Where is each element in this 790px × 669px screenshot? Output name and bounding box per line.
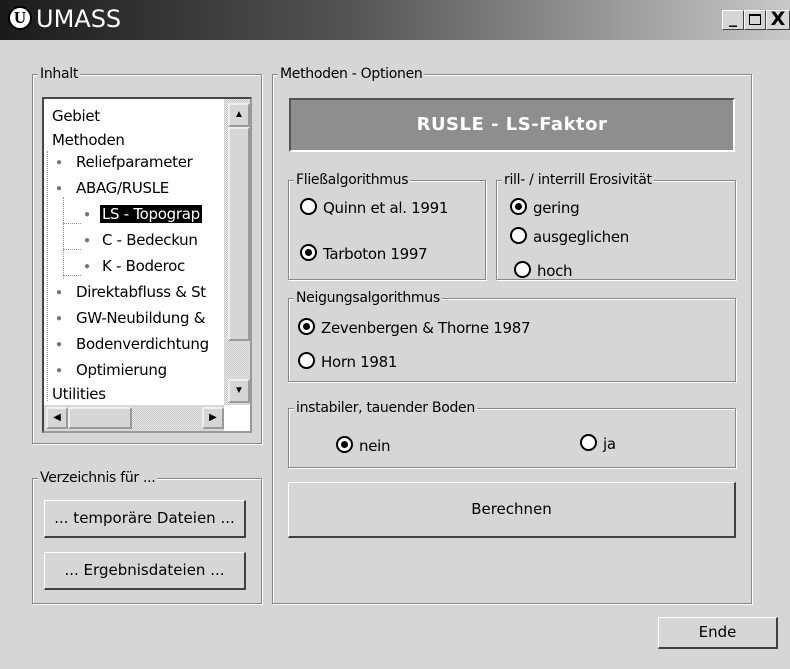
- radio-selected-icon: [336, 436, 353, 453]
- radio-icon: [580, 434, 597, 451]
- berechnen-button[interactable]: Berechnen: [288, 482, 736, 538]
- maximize-button[interactable]: [744, 10, 766, 30]
- tree-bullet-icon: ●: [56, 313, 63, 324]
- content-tree[interactable]: Gebiet Methoden ● Reliefparameter ● ABAG…: [42, 97, 252, 433]
- verzeichnis-title: Verzeichnis für ...: [38, 470, 158, 486]
- radio-icon: [510, 227, 527, 244]
- radio-tarboton-label: Tarboton 1997: [323, 245, 428, 263]
- scroll-right-button[interactable]: ▶: [202, 407, 224, 429]
- radio-quinn[interactable]: Quinn et al. 1991: [300, 198, 448, 217]
- minimize-button[interactable]: _: [722, 10, 744, 30]
- radio-ja[interactable]: ja: [580, 434, 616, 453]
- tree-item-gw-neubildung[interactable]: GW-Neubildung &: [76, 309, 205, 327]
- tree-item-direktabfluss[interactable]: Direktabfluss & St: [76, 283, 206, 301]
- tree-item-ls-topographie[interactable]: LS - Topograp: [100, 205, 202, 223]
- tree-item-k-bodenerodierbarkeit[interactable]: K - Boderoc: [102, 257, 185, 275]
- radio-nein[interactable]: nein: [336, 436, 391, 455]
- radio-ausgeglichen[interactable]: ausgeglichen: [510, 227, 629, 246]
- radio-horn[interactable]: Horn 1981: [298, 352, 397, 371]
- tree-bullet-icon: ●: [56, 365, 63, 376]
- app-logo-icon: U: [8, 6, 32, 30]
- scroll-left-button[interactable]: ◀: [46, 407, 68, 429]
- tree-item-c-bedeckung[interactable]: C - Bedeckun: [102, 231, 198, 249]
- radio-zevenbergen-label: Zevenbergen & Thorne 1987: [321, 319, 531, 337]
- radio-selected-icon: [510, 198, 527, 215]
- scroll-down-button[interactable]: ▼: [228, 379, 250, 403]
- radio-ausgeglichen-label: ausgeglichen: [533, 228, 630, 246]
- window-title: UMASS: [36, 5, 122, 33]
- horizontal-scroll-thumb[interactable]: [68, 407, 132, 429]
- radio-gering[interactable]: gering: [510, 198, 580, 217]
- erosivitaet-title: rill- / interrill Erosivität: [502, 172, 654, 188]
- tree-item-bodenverdichtung[interactable]: Bodenverdichtung: [76, 335, 209, 353]
- tree-item-optimierung[interactable]: Optimierung: [76, 361, 167, 379]
- radio-ja-label: ja: [603, 435, 616, 453]
- radio-gering-label: gering: [533, 199, 580, 217]
- radio-nein-label: nein: [359, 437, 391, 455]
- fliess-group: Fließalgorithmus: [288, 172, 486, 280]
- radio-hoch-label: hoch: [537, 262, 573, 280]
- methoden-optionen-title: Methoden - Optionen: [278, 66, 425, 82]
- vertical-scroll-thumb[interactable]: [228, 127, 250, 341]
- radio-zevenbergen[interactable]: Zevenbergen & Thorne 1987: [298, 318, 530, 337]
- tree-item-gebiet[interactable]: Gebiet: [52, 107, 100, 125]
- tree-bullet-icon: ●: [84, 209, 91, 220]
- tree-bullet-icon: ●: [56, 157, 63, 168]
- tree-bullet-icon: ●: [56, 287, 63, 298]
- temp-files-button[interactable]: ... temporäre Dateien ...: [44, 500, 246, 538]
- selected-item-label: LS - Topograp: [100, 205, 202, 223]
- close-button[interactable]: X: [766, 10, 790, 30]
- radio-tarboton[interactable]: Tarboton 1997: [300, 244, 428, 263]
- radio-icon: [514, 261, 531, 278]
- radio-quinn-label: Quinn et al. 1991: [323, 199, 449, 217]
- result-files-button[interactable]: ... Ergebnisdateien ...: [44, 552, 246, 590]
- tree-item-utilities[interactable]: Utilities: [52, 385, 106, 403]
- tree-item-abag-rusle[interactable]: ABAG/RUSLE: [76, 179, 169, 197]
- radio-selected-icon: [298, 318, 315, 335]
- ende-button[interactable]: Ende: [658, 617, 778, 649]
- maximize-icon: [749, 14, 761, 25]
- radio-hoch[interactable]: hoch: [514, 261, 573, 280]
- radio-horn-label: Horn 1981: [321, 353, 398, 371]
- method-banner: RUSLE - LS-Faktor: [289, 98, 735, 152]
- tree-bullet-icon: ●: [56, 183, 63, 194]
- tree-bullet-icon: ●: [84, 261, 91, 272]
- radio-selected-icon: [300, 244, 317, 261]
- fliess-title: Fließalgorithmus: [294, 172, 411, 188]
- neigung-title: Neigungsalgorithmus: [294, 290, 442, 306]
- tree-bullet-icon: ●: [84, 235, 91, 246]
- tree-item-reliefparameter[interactable]: Reliefparameter: [76, 153, 193, 171]
- tree-bullet-icon: ●: [56, 339, 63, 350]
- inhalt-title: Inhalt: [38, 66, 81, 82]
- radio-icon: [298, 352, 315, 369]
- tree-item-methoden[interactable]: Methoden: [52, 131, 125, 149]
- boden-title: instabiler, tauender Boden: [294, 400, 477, 416]
- scroll-up-button[interactable]: ▲: [228, 103, 250, 127]
- radio-icon: [300, 198, 317, 215]
